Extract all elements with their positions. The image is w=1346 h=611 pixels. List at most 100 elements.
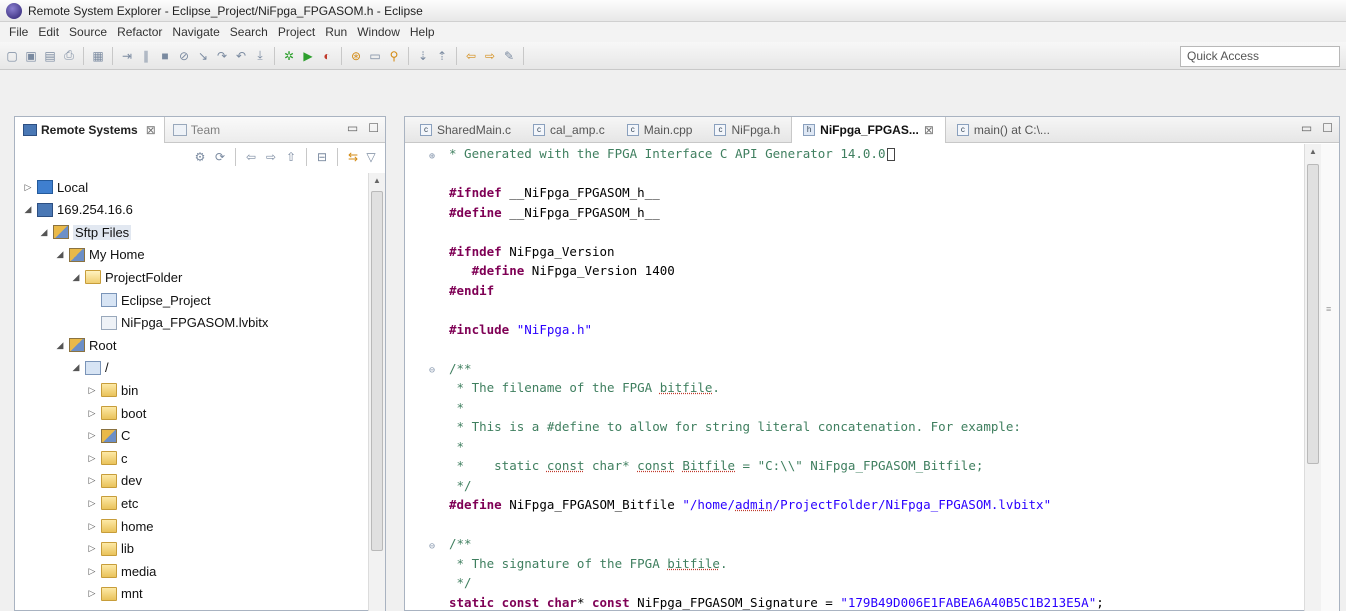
collapsed-arrow-icon[interactable]: ▷: [87, 566, 97, 577]
editor-tab[interactable]: c main() at C:\...: [946, 117, 1061, 143]
collapsed-arrow-icon[interactable]: ▷: [87, 543, 97, 554]
tree-item[interactable]: ▷ c: [87, 447, 128, 469]
close-icon[interactable]: ⊠: [146, 123, 156, 137]
collapsed-arrow-icon[interactable]: ▷: [87, 498, 97, 509]
overview-ruler[interactable]: ≡: [1321, 144, 1339, 611]
collapsed-arrow-icon[interactable]: ▷: [87, 408, 97, 419]
expanded-arrow-icon[interactable]: ◢: [55, 249, 65, 260]
tree-item[interactable]: ▷ etc: [87, 492, 139, 514]
forward-icon[interactable]: ⇨: [482, 48, 498, 64]
build-icon[interactable]: ▦: [90, 48, 106, 64]
back-icon[interactable]: ⇦: [243, 149, 259, 165]
tree-scrollbar[interactable]: ▲: [368, 173, 385, 611]
expanded-arrow-icon[interactable]: ◢: [23, 204, 33, 215]
collapsed-arrow-icon[interactable]: ▷: [87, 475, 97, 486]
tree-item[interactable]: ▷ mnt: [87, 583, 143, 605]
fold-collapse-icon[interactable]: ⊖: [429, 536, 435, 556]
maximize-icon[interactable]: ☐: [368, 121, 379, 135]
tree-item[interactable]: ◢ 169.254.16.6: [23, 199, 133, 221]
tree-item[interactable]: ◢ /: [71, 357, 109, 379]
scroll-up-icon[interactable]: ▲: [1309, 147, 1317, 156]
expanded-arrow-icon[interactable]: ◢: [71, 272, 81, 283]
up-icon[interactable]: ⇧: [283, 149, 299, 165]
expanded-arrow-icon[interactable]: ◢: [71, 362, 81, 373]
menu-window[interactable]: Window: [352, 25, 405, 39]
next-annotation-icon[interactable]: ⇣: [415, 48, 431, 64]
drop-frame-icon[interactable]: ⤓: [252, 48, 268, 64]
editor-tab[interactable]: c SharedMain.c: [409, 117, 522, 143]
forward-icon[interactable]: ⇨: [263, 149, 279, 165]
terminate-icon[interactable]: ■: [157, 48, 173, 64]
new-connection-icon[interactable]: ⚙: [192, 149, 208, 165]
scrollbar-thumb[interactable]: [1307, 164, 1319, 464]
menu-run[interactable]: Run: [320, 25, 352, 39]
disconnect-icon[interactable]: ⊘: [176, 48, 192, 64]
tree-item[interactable]: ▷ C: [87, 425, 131, 447]
menu-search[interactable]: Search: [225, 25, 273, 39]
quick-access-input[interactable]: Quick Access: [1180, 46, 1340, 67]
external-tools-icon[interactable]: ◐: [319, 48, 335, 64]
tree-item[interactable]: ◢ My Home: [55, 244, 145, 266]
minimize-icon[interactable]: ▭: [1301, 121, 1312, 135]
menu-file[interactable]: File: [4, 25, 33, 39]
editor-scrollbar[interactable]: ▲: [1304, 144, 1321, 611]
suspend-icon[interactable]: ∥: [138, 48, 154, 64]
tree-item[interactable]: ▷ home: [87, 515, 154, 537]
prev-annotation-icon[interactable]: ⇡: [434, 48, 450, 64]
scroll-up-icon[interactable]: ▲: [373, 176, 381, 185]
collapsed-arrow-icon[interactable]: ▷: [87, 521, 97, 532]
back-icon[interactable]: ⇦: [463, 48, 479, 64]
tree-item[interactable]: ▷ dev: [87, 470, 142, 492]
step-icon[interactable]: ⇥: [119, 48, 135, 64]
refresh-icon[interactable]: ⟳: [212, 149, 228, 165]
link-with-editor-icon[interactable]: ⇆: [345, 149, 361, 165]
step-into-icon[interactable]: ↘: [195, 48, 211, 64]
expanded-arrow-icon[interactable]: ◢: [55, 340, 65, 351]
save-icon[interactable]: ▣: [23, 48, 39, 64]
open-type-icon[interactable]: ⊛: [348, 48, 364, 64]
menu-source[interactable]: Source: [64, 25, 112, 39]
tab-team[interactable]: Team: [165, 117, 228, 143]
scrollbar-thumb[interactable]: [371, 191, 383, 551]
editor-tab[interactable]: c Main.cpp: [616, 117, 704, 143]
step-over-icon[interactable]: ↷: [214, 48, 230, 64]
tree-item[interactable]: ◢ Sftp Files: [39, 221, 132, 243]
tree-item[interactable]: ▷ media: [87, 560, 157, 582]
collapsed-arrow-icon[interactable]: ▷: [87, 430, 97, 441]
menu-edit[interactable]: Edit: [33, 25, 64, 39]
tree-item[interactable]: ▷ bin: [87, 379, 139, 401]
tab-remote-systems[interactable]: Remote Systems ⊠: [15, 116, 165, 143]
collapsed-arrow-icon[interactable]: ▷: [87, 453, 97, 464]
collapsed-arrow-icon[interactable]: ▷: [23, 182, 33, 193]
collapsed-arrow-icon[interactable]: ▷: [87, 588, 97, 599]
tree-item[interactable]: ◢ ProjectFolder: [71, 266, 183, 288]
new-icon[interactable]: ▢: [4, 48, 20, 64]
collapsed-arrow-icon[interactable]: ▷: [87, 385, 97, 396]
editor-tab[interactable]: c NiFpga.h: [703, 117, 791, 143]
search-icon[interactable]: ⚲: [386, 48, 402, 64]
tree-item[interactable]: Eclipse_Project: [87, 289, 211, 311]
maximize-icon[interactable]: ☐: [1322, 121, 1333, 135]
editor-tab[interactable]: c cal_amp.c: [522, 117, 616, 143]
debug-icon[interactable]: ✲: [281, 48, 297, 64]
code-editor[interactable]: ⊕ * Generated with the FPGA Interface C A…: [405, 144, 1315, 611]
view-menu-icon[interactable]: ▽: [363, 149, 379, 165]
tree-item[interactable]: ◢ Root: [55, 334, 117, 356]
pin-icon[interactable]: ✎: [501, 48, 517, 64]
close-icon[interactable]: ⊠: [924, 123, 934, 137]
fold-expand-icon[interactable]: ⊕: [429, 146, 435, 166]
collapse-all-icon[interactable]: ⊟: [314, 149, 330, 165]
minimize-icon[interactable]: ▭: [347, 121, 358, 135]
menu-refactor[interactable]: Refactor: [112, 25, 167, 39]
save-all-icon[interactable]: ▤: [42, 48, 58, 64]
fold-collapse-icon[interactable]: ⊖: [429, 361, 435, 381]
menu-project[interactable]: Project: [273, 25, 320, 39]
menu-navigate[interactable]: Navigate: [167, 25, 224, 39]
expanded-arrow-icon[interactable]: ◢: [39, 227, 49, 238]
print-icon[interactable]: ⎙: [61, 48, 77, 64]
open-folder-icon[interactable]: ▭: [367, 48, 383, 64]
tree-item[interactable]: ▷ lib: [87, 538, 134, 560]
run-icon[interactable]: ▶: [300, 48, 316, 64]
menu-help[interactable]: Help: [405, 25, 440, 39]
tree-item[interactable]: NiFpga_FPGASOM.lvbitx: [87, 312, 268, 334]
